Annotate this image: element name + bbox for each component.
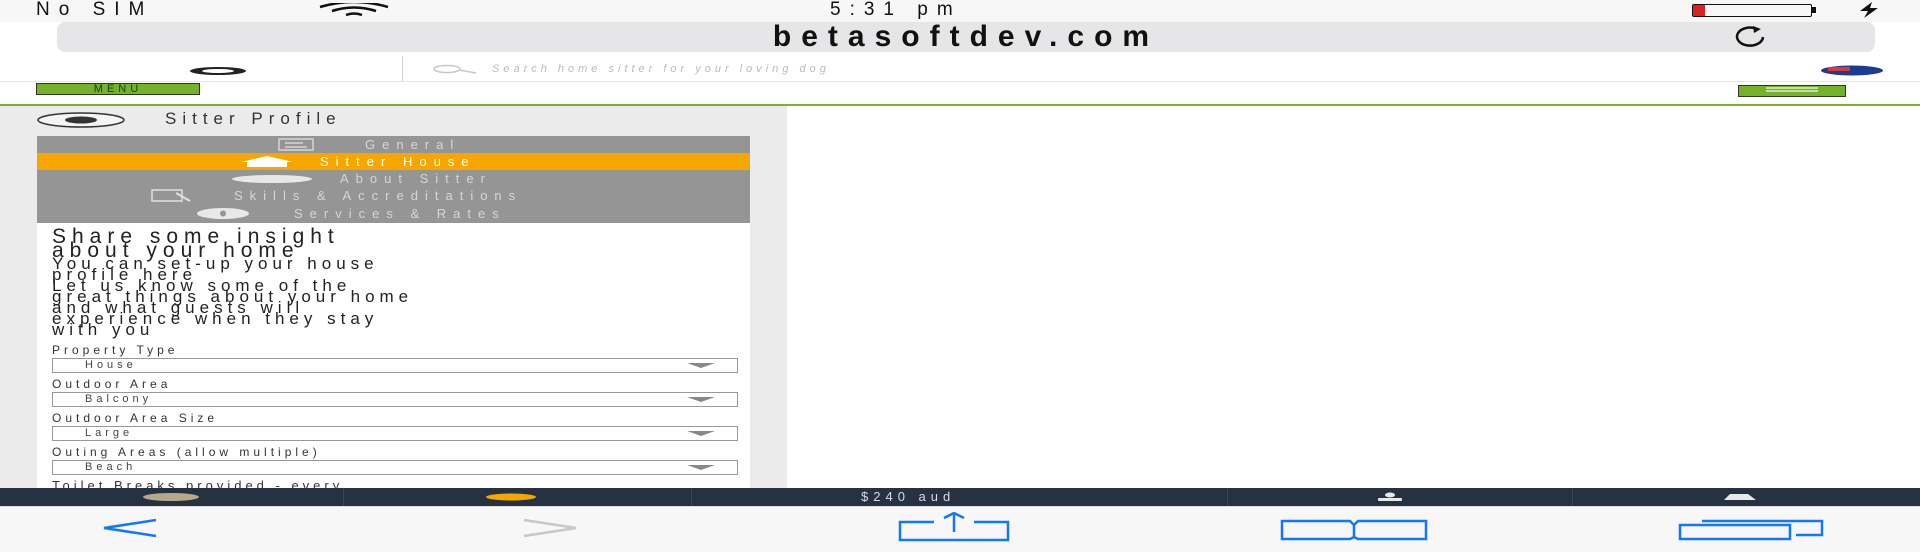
outing-areas-select[interactable]: Beach <box>52 460 738 475</box>
sitter-avatar-icon <box>37 112 125 128</box>
tab-services-rates[interactable]: Services & Rates <box>37 204 750 223</box>
bookmarks-icon[interactable] <box>1278 517 1430 541</box>
tab-skills[interactable]: Skills & Accreditations <box>37 187 750 204</box>
address-bar[interactable]: betasoftdev.com <box>57 22 1875 52</box>
page-title: Sitter Profile <box>165 109 342 128</box>
house-icon <box>241 156 293 167</box>
tab-general-label: General <box>365 137 461 152</box>
intro-line: with you <box>52 320 155 339</box>
outing-areas-label: Outing Areas (allow multiple) <box>52 445 321 459</box>
chevron-down-icon <box>687 397 715 402</box>
tab-general[interactable]: General <box>37 136 750 153</box>
hamburger-menu-button[interactable] <box>1738 85 1846 97</box>
search-placeholder: Search home sitter for your loving dog <box>492 63 830 75</box>
chevron-down-icon <box>687 465 715 470</box>
price-label: $240 aud <box>861 489 956 504</box>
car-icon <box>1724 494 1756 500</box>
outdoor-area-label: Outdoor Area <box>52 377 172 391</box>
clock-label: 5:31 pm <box>830 0 962 20</box>
browser-toolbar <box>0 506 1920 552</box>
site-logo-icon <box>190 67 246 75</box>
status-dot-icon <box>486 493 536 501</box>
share-icon[interactable] <box>896 512 1012 542</box>
chevron-down-icon <box>687 431 715 436</box>
tab-about-sitter[interactable]: About Sitter <box>37 170 750 187</box>
tab-about-sitter-label: About Sitter <box>340 171 492 186</box>
bottom-bar-segment[interactable] <box>0 488 344 506</box>
dog-icon <box>143 493 199 501</box>
tabs-icon[interactable] <box>1676 515 1826 541</box>
outdoor-area-size-label: Outdoor Area Size <box>52 411 219 425</box>
tab-skills-label: Skills & Accreditations <box>234 188 523 203</box>
general-icon <box>278 138 314 151</box>
tab-sitter-house-label: Sitter House <box>320 154 476 169</box>
outdoor-area-value: Balcony <box>85 393 153 405</box>
property-type-select[interactable]: House <box>52 358 738 373</box>
property-type-value: House <box>85 359 137 371</box>
tab-services-rates-label: Services & Rates <box>294 206 506 221</box>
hamburger-icon <box>1766 87 1818 92</box>
outing-areas-value: Beach <box>85 461 137 473</box>
outdoor-area-size-select[interactable]: Large <box>52 426 738 441</box>
menu-button[interactable]: MENU <box>36 83 200 95</box>
skills-icon <box>151 189 191 202</box>
carrier-label: No SIM <box>36 0 154 20</box>
battery-icon <box>1692 4 1812 17</box>
site-bottom-bar: $240 aud <box>0 488 1920 506</box>
search-input[interactable]: Search home sitter for your loving dog <box>402 56 1920 81</box>
outdoor-area-select[interactable]: Balcony <box>52 392 738 407</box>
search-icon <box>433 64 477 74</box>
url-text: betasoftdev.com <box>772 20 1160 53</box>
australia-flag-icon[interactable] <box>1820 65 1884 76</box>
charging-icon <box>1860 2 1878 18</box>
outdoor-area-size-value: Large <box>85 427 134 439</box>
price-segment[interactable]: $240 aud <box>691 488 1228 506</box>
bottom-bar-segment[interactable] <box>1572 488 1920 506</box>
bottom-bar-segment[interactable] <box>1227 488 1573 506</box>
chevron-down-icon <box>687 363 715 368</box>
forward-arrow-icon[interactable] <box>520 518 580 538</box>
reload-icon[interactable] <box>1733 26 1769 48</box>
user-icon <box>1378 492 1402 501</box>
header-separator <box>0 81 1920 82</box>
back-arrow-icon[interactable] <box>100 518 160 538</box>
property-type-label: Property Type <box>52 343 179 357</box>
battery-tip <box>1812 7 1816 13</box>
services-icon <box>197 208 249 219</box>
bottom-bar-segment[interactable] <box>343 488 692 506</box>
tab-sitter-house[interactable]: Sitter House <box>37 153 750 170</box>
about-icon <box>232 175 312 183</box>
status-bar: No SIM 5:31 pm <box>0 0 1920 22</box>
site-header: Search home sitter for your loving dog M… <box>0 56 1920 106</box>
wifi-icon <box>319 3 389 17</box>
